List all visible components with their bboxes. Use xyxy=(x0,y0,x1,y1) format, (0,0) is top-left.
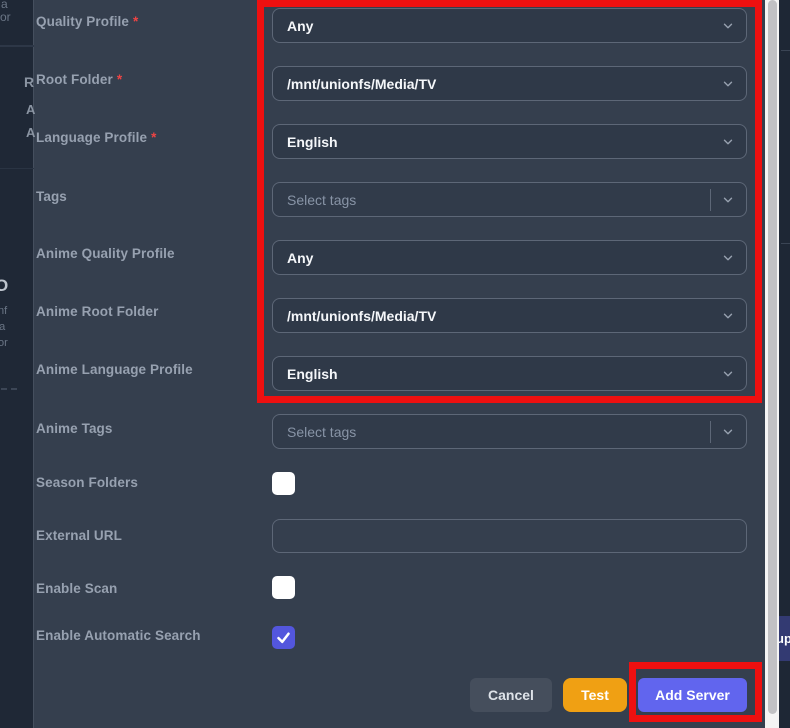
background-text-fragment: or xyxy=(0,337,8,349)
chevron-down-icon xyxy=(723,81,733,87)
anime-tags-label: Anime Tags xyxy=(36,421,113,436)
background-divider xyxy=(1,388,17,390)
anime-language-profile-label: Anime Language Profile xyxy=(36,362,193,377)
required-asterisk: * xyxy=(116,72,123,87)
anime-tags-placeholder: Select tags xyxy=(287,423,357,440)
chevron-down-icon xyxy=(723,255,733,261)
chevron-down-icon xyxy=(723,371,733,377)
language-profile-value: English xyxy=(287,133,338,150)
anime-quality-profile-select[interactable]: Any xyxy=(272,240,747,275)
season-folders-label: Season Folders xyxy=(36,475,138,490)
quality-profile-label: Quality Profile * xyxy=(36,14,139,29)
anime-quality-profile-value: Any xyxy=(287,249,314,266)
background-text-fragment: or xyxy=(0,10,11,24)
anime-root-folder-value: /mnt/unionfs/Media/TV xyxy=(287,307,437,324)
chevron-down-icon[interactable] xyxy=(721,193,735,207)
background-text-fragment: A xyxy=(26,102,36,117)
scrollbar-track[interactable] xyxy=(765,0,779,728)
background-text-fragment: O xyxy=(0,276,9,295)
tags-multiselect[interactable]: Select tags xyxy=(272,182,747,217)
cancel-button[interactable]: Cancel xyxy=(470,678,552,712)
chevron-down-icon[interactable] xyxy=(721,425,735,439)
root-folder-value: /mnt/unionfs/Media/TV xyxy=(287,75,437,92)
quality-profile-select[interactable]: Any xyxy=(272,8,747,43)
language-profile-label: Language Profile * xyxy=(36,130,157,145)
required-asterisk: * xyxy=(133,14,139,29)
enable-automatic-search-label: Enable Automatic Search xyxy=(36,628,201,643)
background-text-fragment: A xyxy=(26,125,36,140)
background-text-fragment: R xyxy=(24,74,35,90)
check-icon xyxy=(277,632,290,644)
external-url-input[interactable] xyxy=(272,519,747,553)
season-folders-checkbox[interactable] xyxy=(272,472,295,495)
anime-root-folder-label: Anime Root Folder xyxy=(36,304,159,319)
background-page-left-sliver: a or R A A O nf 'a or xyxy=(0,0,36,728)
background-button-fragment: up xyxy=(779,616,790,661)
anime-language-profile-value: English xyxy=(287,365,338,382)
add-sonarr-server-modal: a or R A A O nf 'a or Quality Profile* A… xyxy=(0,0,790,728)
background-divider xyxy=(781,243,790,244)
root-folder-select[interactable]: /mnt/unionfs/Media/TV xyxy=(272,66,747,101)
external-url-label: External URL xyxy=(36,528,122,543)
root-folder-label: Root Folder * xyxy=(36,72,123,87)
background-page-right-sliver: up xyxy=(779,0,790,728)
background-divider xyxy=(781,50,790,51)
chevron-down-icon xyxy=(723,23,733,29)
tags-placeholder: Select tags xyxy=(287,191,357,208)
enable-scan-checkbox[interactable] xyxy=(272,576,295,599)
background-divider xyxy=(0,45,34,47)
scrollbar-thumb[interactable] xyxy=(767,0,777,714)
tags-label: Tags xyxy=(36,189,67,204)
anime-tags-multiselect[interactable]: Select tags xyxy=(272,414,747,449)
anime-language-profile-select[interactable]: English xyxy=(272,356,747,391)
add-server-button[interactable]: Add Server xyxy=(638,678,747,712)
multiselect-separator xyxy=(710,189,711,211)
multiselect-separator xyxy=(710,421,711,443)
anime-quality-profile-label: Anime Quality Profile xyxy=(36,246,175,261)
background-divider xyxy=(0,168,34,169)
enable-automatic-search-checkbox[interactable] xyxy=(272,626,295,649)
background-text-fragment: 'a xyxy=(0,321,6,333)
chevron-down-icon xyxy=(723,313,733,319)
anime-root-folder-select[interactable]: /mnt/unionfs/Media/TV xyxy=(272,298,747,333)
enable-scan-label: Enable Scan xyxy=(36,581,118,596)
chevron-down-icon xyxy=(723,139,733,145)
background-text-fragment: nf xyxy=(0,305,8,317)
quality-profile-value: Any xyxy=(287,17,314,34)
test-button[interactable]: Test xyxy=(563,678,627,712)
required-asterisk: * xyxy=(151,130,157,145)
language-profile-select[interactable]: English xyxy=(272,124,747,159)
